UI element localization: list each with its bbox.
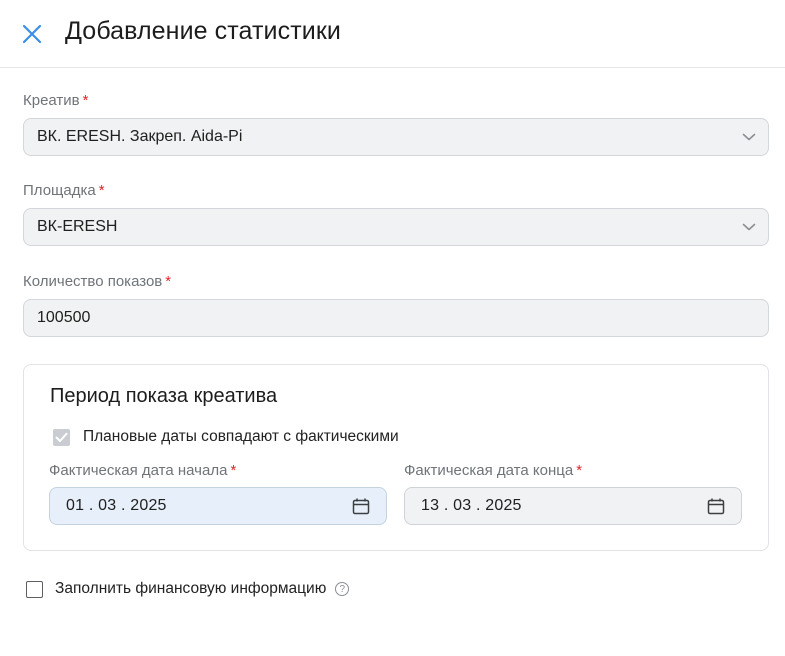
close-button[interactable] xyxy=(18,20,46,48)
plan-matches-label: Плановые даты совпадают с фактическими xyxy=(83,428,399,445)
period-title: Период показа креатива xyxy=(50,385,278,407)
platform-select[interactable]: ВК-ERESH xyxy=(23,208,769,246)
chevron-down-icon xyxy=(742,223,756,231)
plan-matches-checkbox-row[interactable]: Плановые даты совпадают с фактическими xyxy=(53,428,399,446)
end-date-value: 13 . 03 . 2025 xyxy=(421,497,522,514)
page-title: Добавление статистики xyxy=(65,17,341,45)
help-icon[interactable]: ? xyxy=(335,582,350,596)
start-date-input[interactable]: 01 . 03 . 2025 xyxy=(49,487,387,525)
check-icon xyxy=(55,432,68,442)
creative-label: Креатив * xyxy=(23,92,89,109)
calendar-icon[interactable] xyxy=(707,498,725,515)
finance-checkbox[interactable] xyxy=(26,580,43,598)
impressions-input-value: 100500 xyxy=(37,309,91,326)
creative-select[interactable]: ВК. ERESH. Закреп. Aida-Pi xyxy=(23,118,769,156)
end-date-input[interactable]: 13 . 03 . 2025 xyxy=(404,487,742,525)
chevron-down-icon xyxy=(742,133,756,141)
end-date-label: Фактическая дата конца * xyxy=(404,462,583,479)
calendar-icon[interactable] xyxy=(352,498,370,515)
start-date-value: 01 . 03 . 2025 xyxy=(66,497,167,514)
plan-matches-checkbox[interactable] xyxy=(53,428,70,446)
start-date-label: Фактическая дата начала * xyxy=(49,462,237,479)
dialog-header: Добавление статистики xyxy=(0,0,785,68)
impressions-label: Количество показов * xyxy=(23,273,172,290)
creative-select-value: ВК. ERESH. Закреп. Aida-Pi xyxy=(37,128,243,145)
platform-select-value: ВК-ERESH xyxy=(37,218,118,235)
platform-label: Площадка * xyxy=(23,182,105,199)
finance-checkbox-row[interactable]: Заполнить финансовую информацию ? xyxy=(26,580,350,598)
close-icon xyxy=(22,24,42,44)
period-section: Период показа креатива Плановые даты сов… xyxy=(23,364,769,551)
finance-label: Заполнить финансовую информацию xyxy=(55,580,327,597)
impressions-input[interactable]: 100500 xyxy=(23,299,769,337)
